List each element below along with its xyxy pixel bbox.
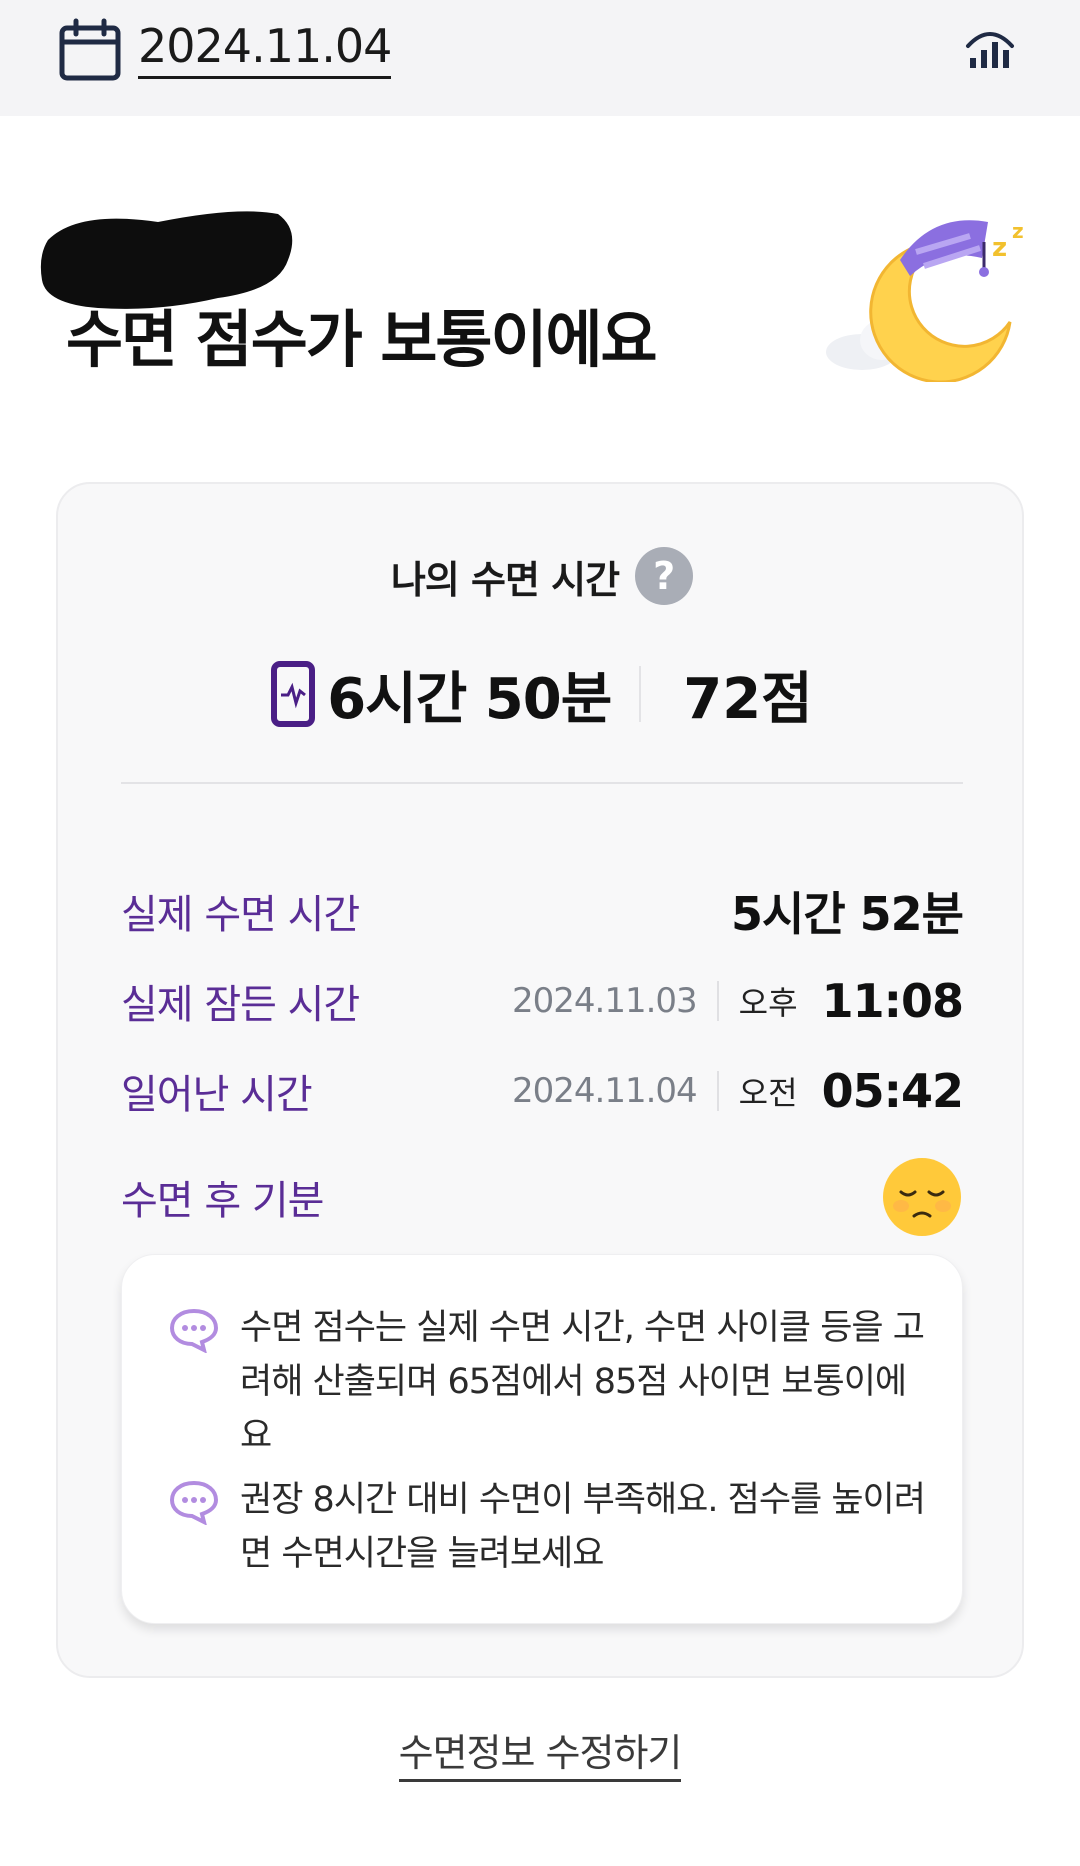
- wake-up-date: 2024.11.04: [512, 1071, 698, 1111]
- fell-asleep-date: 2024.11.03: [512, 981, 698, 1021]
- fell-asleep-row: 실제 잠든 시간 2024.11.03 오후 11:08: [121, 966, 964, 1036]
- card-title: 나의 수면 시간: [390, 557, 620, 602]
- wake-up-divider: [716, 1071, 719, 1111]
- wake-up-time: 05:42: [821, 1064, 964, 1118]
- fell-asleep-label: 실제 잠든 시간: [121, 982, 360, 1028]
- wake-up-row: 일어난 시간 2024.11.04 오전 05:42: [121, 1056, 964, 1126]
- card-header: 나의 수면 시간 ?: [58, 546, 1026, 606]
- sleepy-face-icon: [883, 1158, 961, 1236]
- fell-asleep-ampm: 오후: [738, 984, 798, 1022]
- svg-text:z: z: [992, 233, 1007, 263]
- wake-up-label: 일어난 시간: [121, 1072, 313, 1118]
- info-text: 권장 8시간 대비 수면이 부족해요. 점수를 높이려면 수면시간을 늘려보세요: [240, 1480, 926, 1574]
- edit-sleep-info-container: 수면정보 수정하기: [0, 1722, 1080, 1782]
- actual-sleep-row: 실제 수면 시간 5시간 52분: [121, 876, 964, 946]
- svg-text:z: z: [1012, 219, 1024, 243]
- wake-up-ampm: 오전: [738, 1074, 798, 1112]
- actual-sleep-label: 실제 수면 시간: [121, 892, 360, 938]
- divider: [121, 782, 963, 784]
- sleeping-moon-icon: z z: [826, 219, 1024, 382]
- chat-bubble-icon: [169, 1308, 219, 1353]
- info-item: 권장 8시간 대비 수면이 부족해요. 점수를 높이려면 수면시간을 늘려보세요: [168, 1473, 928, 1581]
- fell-asleep-value: 2024.11.03 오후 11:08: [512, 974, 964, 1028]
- mood-label: 수면 후 기분: [121, 1178, 324, 1224]
- fell-asleep-time: 11:08: [821, 974, 964, 1028]
- mood-row: 수면 후 기분: [121, 1152, 963, 1242]
- phone-heartbeat-icon: [271, 661, 316, 727]
- info-item: 수면 점수는 실제 수면 시간, 수면 사이클 등을 고려해 산출되며 65점에…: [168, 1301, 928, 1463]
- selected-date[interactable]: 2024.11.04: [138, 18, 392, 79]
- sleep-summary-card: 나의 수면 시간 ? 6시간 50분 72점 실제 수면 시간 5시간 52분 …: [56, 482, 1024, 1678]
- actual-sleep-value-wrap: 5시간 52분: [731, 878, 964, 944]
- total-sleep-time: 6시간 50분: [327, 666, 612, 732]
- edit-sleep-info-link[interactable]: 수면정보 수정하기: [398, 1731, 682, 1782]
- sleep-score: 72점: [683, 666, 813, 732]
- question-mark-icon[interactable]: ?: [635, 547, 694, 605]
- info-text: 수면 점수는 실제 수면 시간, 수면 사이클 등을 고려해 산출되며 65점에…: [240, 1308, 925, 1456]
- wake-up-value: 2024.11.04 오전 05:42: [512, 1064, 964, 1118]
- calendar-icon[interactable]: [58, 18, 122, 82]
- bar-chart-icon[interactable]: [962, 16, 1018, 72]
- summary-divider: [639, 666, 642, 722]
- mood-value: [881, 1156, 963, 1238]
- page-title: 수면 점수가 보통이에요: [66, 303, 658, 376]
- chat-bubble-icon: [169, 1480, 219, 1525]
- fell-asleep-divider: [716, 981, 719, 1021]
- top-bar: 2024.11.04: [0, 0, 1080, 116]
- sleep-summary: 6시간 50분 72점: [58, 654, 1026, 734]
- actual-sleep-value: 5시간 52분: [731, 887, 964, 941]
- score-info-box: 수면 점수는 실제 수면 시간, 수면 사이클 등을 고려해 산출되며 65점에…: [121, 1254, 963, 1624]
